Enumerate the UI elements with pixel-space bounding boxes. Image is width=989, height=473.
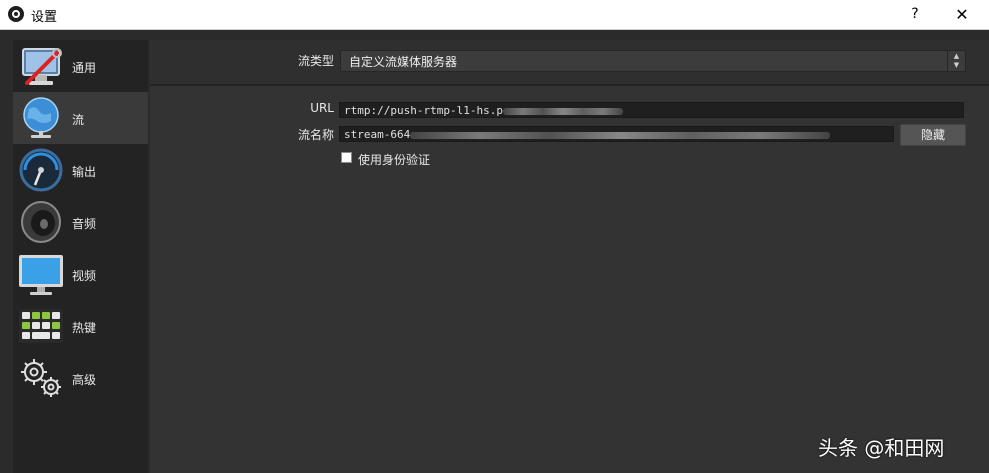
sidebar-item-label: 流 — [72, 113, 85, 127]
sidebar-item-label: 高级 — [72, 373, 97, 387]
service-type-row: 流类型 自定义流媒体服务器 ▲ ▼ — [150, 40, 989, 86]
watermark: 头条 @和田网 — [818, 436, 945, 460]
sidebar-item-stream[interactable]: 流 — [13, 92, 148, 144]
url-value: rtmp://push-rtmp-l1-hs.p — [344, 104, 503, 117]
redacted-blur — [410, 131, 831, 139]
stream-type-select[interactable]: 自定义流媒体服务器 ▲ ▼ — [340, 50, 966, 72]
use-auth-label[interactable]: 使用身份验证 — [358, 151, 430, 168]
obs-logo-icon — [8, 6, 24, 22]
close-button[interactable]: ✕ — [940, 0, 984, 29]
sidebar-item-advanced[interactable]: 高级 — [13, 352, 148, 404]
url-label: URL — [310, 101, 334, 115]
output-gauge-icon — [19, 148, 63, 192]
title-bar: 设置 ? ✕ — [0, 0, 989, 30]
sidebar-item-general[interactable]: 通用 — [13, 40, 148, 92]
sidebar-item-label: 热键 — [72, 321, 97, 335]
general-wrench-monitor-icon — [22, 48, 62, 85]
window-title: 设置 — [31, 10, 58, 25]
sidebar-item-label: 输出 — [72, 165, 97, 179]
globe-stream-icon — [23, 97, 59, 138]
stream-type-value: 自定义流媒体服务器 — [349, 55, 458, 69]
stream-type-label: 流类型 — [297, 54, 334, 68]
stream-key-value: stream-664 — [344, 128, 411, 141]
speaker-icon — [21, 201, 61, 243]
sidebar-item-label: 通用 — [72, 61, 97, 75]
stream-key-label: 流名称 — [297, 128, 334, 142]
stream-settings-panel: 流类型 自定义流媒体服务器 ▲ ▼ URL rtmp://push-rtmp-l1… — [150, 40, 989, 473]
sidebar-item-audio[interactable]: 音频 — [13, 196, 148, 248]
url-input[interactable]: rtmp://push-rtmp-l1-hs.p — [339, 102, 964, 118]
stream-key-input[interactable]: stream-664 — [339, 126, 894, 142]
keyboard-icon — [19, 309, 63, 343]
settings-sidebar: 通用 流 输出 音频 视频 热键 高级 — [13, 40, 148, 473]
sidebar-item-label: 音频 — [72, 217, 97, 231]
sidebar-item-hotkeys[interactable]: 热键 — [13, 300, 148, 352]
gears-icon — [21, 359, 61, 397]
sidebar-item-video[interactable]: 视频 — [13, 248, 148, 300]
help-button[interactable]: ? — [893, 0, 937, 29]
use-auth-checkbox[interactable] — [341, 152, 352, 163]
monitor-icon — [19, 255, 63, 295]
sidebar-item-label: 视频 — [72, 269, 97, 283]
sidebar-item-output[interactable]: 输出 — [13, 144, 148, 196]
spin-arrows-icon[interactable]: ▲ ▼ — [947, 51, 965, 71]
hide-key-button[interactable]: 隐藏 — [900, 124, 966, 146]
redacted-blur — [502, 107, 623, 115]
